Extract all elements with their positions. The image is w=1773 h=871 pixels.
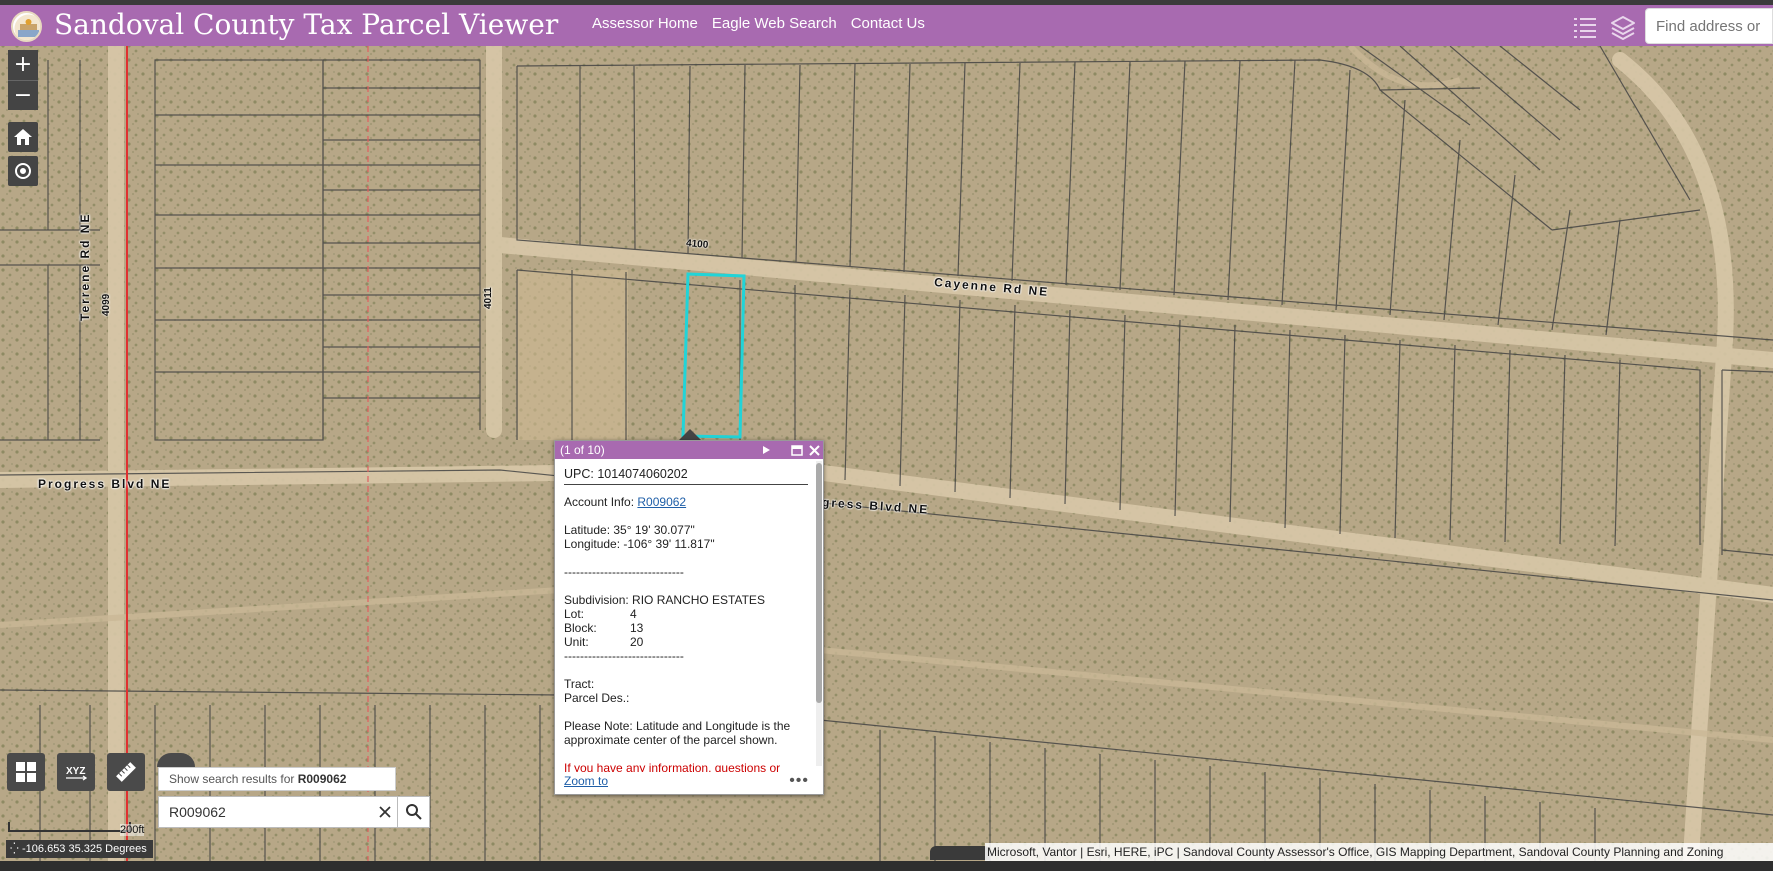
close-icon[interactable] [809,444,820,456]
account-label: Account Info: [564,495,635,509]
home-icon [14,129,32,145]
unit-value: 20 [630,635,644,649]
header-nav: Assessor Home Eagle Web Search Contact U… [592,15,939,32]
xyz-icon: XYZ [66,766,88,781]
app-header: Sandoval County Tax Parcel Viewer Assess… [0,5,1773,46]
basemap-gallery-button[interactable] [7,753,45,791]
search-widget-tab[interactable] [157,753,195,767]
upc-field: UPC: 1014074060202 [564,467,808,485]
popup-footer: Zoom to ••• [555,772,817,794]
bottom-strip [0,861,1773,871]
maximize-icon[interactable] [791,444,803,456]
map-attribution: Microsoft, Vantor | Esri, HERE, iPC | Sa… [985,843,1773,861]
clear-search-button[interactable] [373,797,397,827]
zoom-in-button[interactable]: + [8,50,38,80]
scale-label: 200ft [120,824,145,836]
parcel-popup: (1 of 10) UPC: 1014074060202 Account Inf… [554,440,824,795]
account-info: Account Info: R009062 [564,495,808,509]
longitude-field: Longitude: -106° 39' 11.817" [564,537,715,551]
address-search-input[interactable] [1646,9,1772,43]
attribution-toggle[interactable] [930,846,990,860]
suggestion-prefix: Show search results for [169,772,298,786]
address-label-4099: 4099 [101,293,112,316]
legend-list-icon[interactable] [1572,14,1598,40]
search-suggestion[interactable]: Show search results for R009062 [158,767,396,791]
zoom-control: + − [8,50,38,110]
app-title: Sandoval County Tax Parcel Viewer [54,8,559,41]
svg-text:XYZ: XYZ [66,766,85,777]
close-icon [379,806,391,818]
divider: ------------------------------ [564,649,684,663]
parcel-search-input[interactable] [159,797,373,827]
address-label-4011: 4011 [483,287,494,309]
measure-tool-button[interactable] [107,753,145,791]
popup-header: (1 of 10) [555,441,823,459]
parcel-search-box [158,796,430,828]
address-label-4100: 4100 [685,238,709,251]
address-search-box[interactable] [1645,8,1773,44]
lot-label: Lot: [564,607,585,621]
unit-row: Unit: 20 [564,635,808,649]
crosshair-icon: ⁛ [10,843,19,855]
coordinate-text: -106.653 35.325 Degrees [22,843,147,855]
block-value: 13 [630,621,644,635]
tract-field: Tract: [564,677,595,691]
lot-row: Lot: 4 [564,607,808,621]
zoom-out-button[interactable]: − [8,80,38,110]
divider: ------------------------------ [564,565,684,579]
coordinate-readout: ⁛ -106.653 35.325 Degrees [6,840,153,858]
account-link[interactable]: R009062 [637,495,686,509]
next-feature-icon[interactable] [761,445,771,455]
map-view[interactable]: 4100 Cayenne Rd NE Progress Blvd NE Prog… [0,46,1773,871]
popup-pointer [679,429,701,440]
lat-long-note: Please Note: Latitude and Longitude is t… [564,719,791,747]
home-button[interactable] [8,122,38,152]
nav-eagle-web-search[interactable]: Eagle Web Search [712,15,837,32]
suggestion-term: R009062 [297,772,347,786]
parcel-des-field: Parcel Des.: [564,691,630,705]
grid-icon [16,762,36,782]
road-label-progress-west: Progress Blvd NE [38,477,172,491]
aerial-imagery [0,46,1773,871]
search-submit-button[interactable] [397,797,429,827]
scale-bar [8,822,131,832]
block-label: Block: [564,621,597,635]
popup-content: UPC: 1014074060202 Account Info: R009062… [555,459,817,772]
unit-label: Unit: [564,635,589,649]
search-icon [405,804,422,820]
popup-scrollbar[interactable] [816,461,822,766]
popup-counter: (1 of 10) [560,443,605,457]
zoom-to-link[interactable]: Zoom to [564,774,608,788]
latitude-field: Latitude: 35° 19' 30.077" [564,523,695,537]
layers-icon[interactable] [1610,14,1636,40]
nav-contact-us[interactable]: Contact Us [851,15,925,32]
contact-note: If you have any information, questions o… [564,761,781,772]
road-label-terrene: Terrene Rd NE [78,212,92,321]
more-actions-icon[interactable]: ••• [789,772,809,790]
coordinate-tool-button[interactable]: XYZ [57,753,95,791]
ruler-icon [116,762,136,782]
nav-assessor-home[interactable]: Assessor Home [592,15,698,32]
locate-button[interactable] [8,156,38,186]
block-row: Block: 13 [564,621,808,635]
county-seal-logo [11,11,42,42]
subdivision-field: Subdivision: RIO RANCHO ESTATES [564,593,765,607]
lot-value: 4 [630,607,637,621]
locate-icon [15,163,31,179]
